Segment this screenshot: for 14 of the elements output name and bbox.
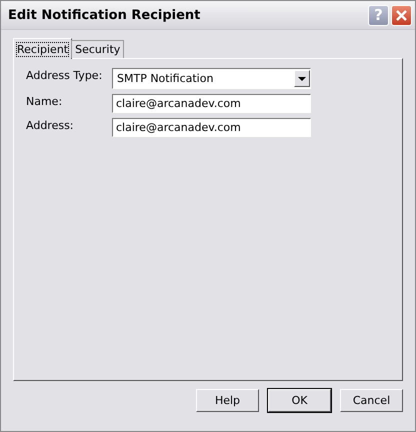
field-label: Address: xyxy=(26,118,75,132)
close-icon xyxy=(395,8,408,22)
dialog-button[interactable]: Cancel xyxy=(340,389,403,412)
input-field[interactable]: claire@arcanadev.com xyxy=(112,94,311,113)
dropdown[interactable]: SMTP Notification xyxy=(112,68,311,89)
field-label: Address Type: xyxy=(26,68,104,82)
field-label: Name: xyxy=(26,94,64,108)
tab[interactable]: Recipient xyxy=(13,38,72,59)
dialog-button[interactable]: OK xyxy=(268,389,331,412)
window-title: Edit Notification Recipient xyxy=(8,8,202,22)
dialog-button[interactable]: Help xyxy=(196,389,259,412)
tab[interactable]: Security xyxy=(71,40,124,58)
close-button[interactable] xyxy=(391,4,412,26)
input-field[interactable]: claire@arcanadev.com xyxy=(112,118,311,137)
